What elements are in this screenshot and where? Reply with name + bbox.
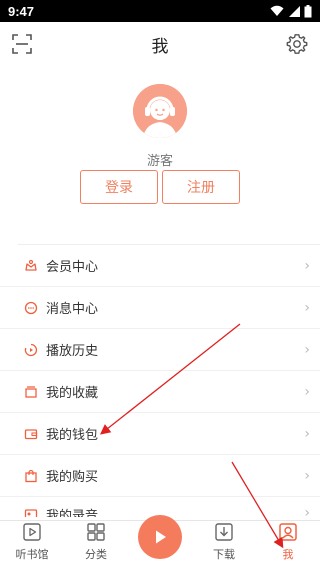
tab-me[interactable]: 我 — [256, 521, 320, 568]
wifi-icon — [270, 5, 284, 16]
menu-item-label: 播放历史 — [46, 344, 99, 359]
status-icons — [270, 4, 312, 18]
tab-download[interactable]: 下载 — [192, 521, 256, 568]
audiobook-icon — [23, 523, 41, 541]
bottom-tab-bar: 听书馆 分类 下载 我 — [0, 515, 320, 568]
menu-item-label: 我的收藏 — [46, 386, 99, 401]
menu-item-label: 我的录音 — [46, 509, 99, 517]
avatar[interactable] — [133, 84, 187, 138]
history-icon — [22, 341, 40, 359]
username: 游客 — [146, 154, 173, 169]
menu-item-vip-center[interactable]: 会员中心 › — [0, 245, 320, 287]
headphone-user-icon — [133, 84, 187, 138]
gear-icon[interactable] — [286, 33, 308, 55]
battery-icon — [304, 4, 312, 17]
tab-play — [128, 515, 192, 568]
play-button[interactable] — [138, 515, 182, 559]
register-button[interactable]: 注册 — [162, 170, 240, 204]
page-title: 我 — [151, 36, 169, 57]
tab-label: 听书馆 — [15, 548, 49, 561]
tab-label: 下载 — [213, 548, 235, 561]
menu-item-favorites[interactable]: 我的收藏 › — [0, 371, 320, 413]
menu-item-label: 消息中心 — [46, 302, 99, 317]
chevron-right-icon: › — [304, 257, 310, 274]
favorites-icon — [22, 383, 40, 401]
menu-list: 会员中心 › 消息中心 › 播放历史 › 我的收藏 › 我的钱包 › 我的购买 … — [0, 245, 320, 517]
menu-item-purchases[interactable]: 我的购买 › — [0, 455, 320, 497]
signal-icon — [289, 6, 300, 17]
tab-label: 我 — [282, 548, 294, 561]
menu-item-label: 我的钱包 — [46, 428, 99, 443]
tab-category[interactable]: 分类 — [64, 521, 128, 568]
chevron-right-icon: › — [304, 425, 310, 442]
menu-item-message-center[interactable]: 消息中心 › — [0, 287, 320, 329]
chevron-right-icon: › — [304, 299, 310, 316]
chevron-right-icon: › — [304, 341, 310, 358]
top-bar: 我 — [0, 22, 320, 66]
menu-item-play-history[interactable]: 播放历史 › — [0, 329, 320, 371]
menu-item-recordings[interactable]: 我的录音 › — [0, 497, 320, 517]
chevron-right-icon: › — [304, 383, 310, 400]
chevron-right-icon: › — [304, 467, 310, 484]
vip-crown-icon — [22, 257, 40, 275]
status-time: 9:47 — [8, 3, 35, 19]
wallet-icon — [22, 425, 40, 443]
menu-item-label: 我的购买 — [46, 470, 99, 485]
status-bar: 9:47 — [0, 0, 320, 22]
profile-section: 游客 — [0, 84, 320, 169]
purchase-bag-icon — [22, 467, 40, 485]
play-icon — [156, 530, 166, 544]
category-grid-icon — [87, 523, 105, 541]
menu-item-label: 会员中心 — [46, 260, 99, 275]
tab-audiobook-hall[interactable]: 听书馆 — [0, 521, 64, 568]
recording-icon — [22, 505, 40, 517]
message-icon — [22, 299, 40, 317]
download-icon — [215, 523, 233, 541]
auth-buttons: 登录 注册 — [80, 170, 240, 204]
login-button[interactable]: 登录 — [80, 170, 158, 204]
menu-item-wallet[interactable]: 我的钱包 › — [0, 413, 320, 455]
profile-icon — [279, 523, 297, 541]
scan-icon[interactable] — [12, 34, 32, 54]
chevron-right-icon: › — [304, 505, 310, 517]
tab-label: 分类 — [85, 548, 107, 561]
